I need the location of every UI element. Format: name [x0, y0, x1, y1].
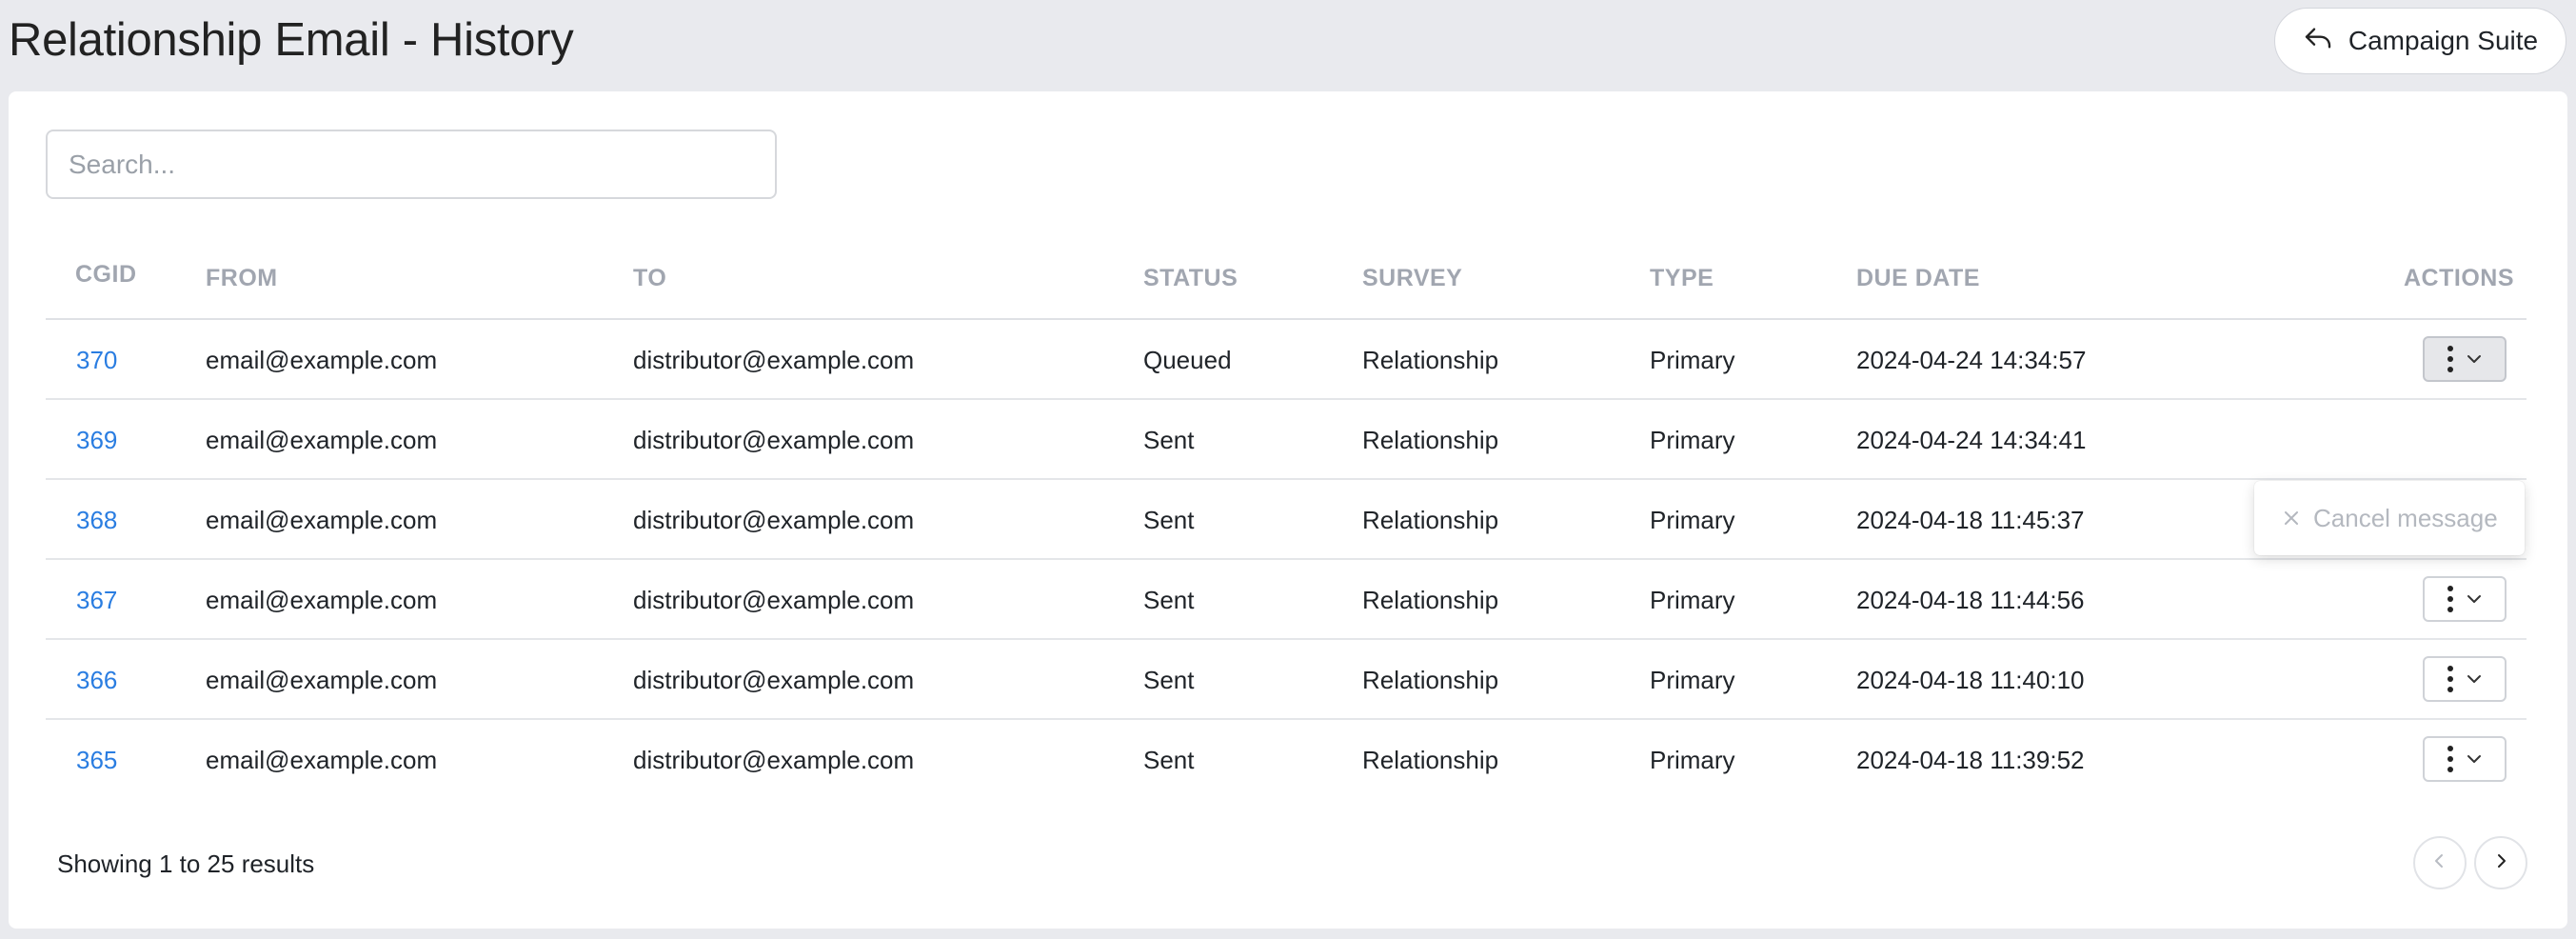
survey-cell: Relationship — [1362, 586, 1499, 614]
column-header-type[interactable]: TYPE — [1650, 265, 1714, 292]
survey-cell: Relationship — [1362, 666, 1499, 694]
to-cell: distributor@example.com — [633, 506, 915, 534]
column-header-from[interactable]: FROM — [206, 265, 278, 292]
history-table: CGID FROM TO STATUS SURVEY TYPE DUE DATE… — [46, 225, 2526, 800]
from-cell: email@example.com — [206, 426, 438, 454]
previous-page-button[interactable] — [2413, 836, 2467, 889]
due-date-cell: 2024-04-18 11:45:37 — [1856, 506, 2085, 534]
row-actions-button[interactable] — [2423, 736, 2507, 782]
table-row: 365 email@example.com distributor@exampl… — [46, 720, 2526, 800]
status-cell: Sent — [1143, 746, 1195, 774]
cgid-link[interactable]: 366 — [76, 666, 117, 695]
from-cell: email@example.com — [206, 506, 438, 534]
results-summary: Showing 1 to 25 results — [57, 849, 315, 878]
chevron-down-icon — [2467, 673, 2482, 685]
table-row: 366 email@example.com distributor@exampl… — [46, 640, 2526, 720]
to-cell: distributor@example.com — [633, 586, 915, 614]
column-header-status[interactable]: STATUS — [1143, 265, 1238, 292]
chevron-down-icon — [2467, 753, 2482, 765]
type-cell: Primary — [1650, 666, 1735, 694]
due-date-cell: 2024-04-18 11:39:52 — [1856, 746, 2085, 774]
campaign-suite-label: Campaign Suite — [2348, 26, 2539, 55]
type-cell: Primary — [1650, 426, 1735, 454]
survey-cell: Relationship — [1362, 426, 1499, 454]
column-header-actions: ACTIONS — [2404, 265, 2514, 291]
to-cell: distributor@example.com — [633, 666, 915, 694]
type-cell: Primary — [1650, 586, 1735, 614]
cgid-link[interactable]: 365 — [76, 746, 117, 775]
table-header: CGID FROM TO STATUS SURVEY TYPE DUE DATE… — [46, 225, 2526, 320]
to-cell: distributor@example.com — [633, 426, 915, 454]
chevron-down-icon — [2467, 353, 2482, 365]
status-cell: Sent — [1143, 586, 1195, 614]
column-header-survey[interactable]: SURVEY — [1362, 265, 1462, 292]
cancel-message-label: Cancel message — [2313, 503, 2498, 532]
status-cell: Sent — [1143, 666, 1195, 694]
page-title: Relationship Email - History — [9, 14, 574, 66]
status-cell: Sent — [1143, 426, 1195, 454]
cgid-link[interactable]: 369 — [76, 426, 117, 455]
more-vertical-icon — [2447, 586, 2453, 612]
table-row: 368 email@example.com distributor@exampl… — [46, 480, 2526, 560]
due-date-cell: 2024-04-18 11:44:56 — [1856, 586, 2085, 614]
from-cell: email@example.com — [206, 666, 438, 694]
column-header-to[interactable]: TO — [633, 265, 666, 292]
close-icon — [2283, 504, 2300, 533]
more-vertical-icon — [2447, 346, 2453, 372]
campaign-suite-button[interactable]: Campaign Suite — [2274, 8, 2566, 74]
more-vertical-icon — [2447, 746, 2453, 772]
table-row: 370 email@example.com distributor@exampl… — [46, 320, 2526, 400]
column-header-due-date[interactable]: DUE DATE — [1856, 265, 1980, 292]
row-actions-button[interactable] — [2423, 576, 2507, 622]
due-date-cell: 2024-04-24 14:34:57 — [1856, 346, 2087, 374]
chevron-right-icon — [2492, 852, 2509, 874]
status-cell: Queued — [1143, 346, 1232, 374]
type-cell: Primary — [1650, 506, 1735, 534]
to-cell: distributor@example.com — [633, 346, 915, 374]
reply-arrow-icon — [2303, 23, 2333, 60]
survey-cell: Relationship — [1362, 746, 1499, 774]
type-cell: Primary — [1650, 346, 1735, 374]
chevron-left-icon — [2431, 852, 2448, 874]
from-cell: email@example.com — [206, 346, 438, 374]
due-date-cell: 2024-04-18 11:40:10 — [1856, 666, 2085, 694]
cancel-message-menu-item[interactable]: Cancel message — [2254, 481, 2525, 555]
search-input[interactable] — [46, 130, 777, 199]
row-actions-button[interactable] — [2423, 656, 2507, 702]
cgid-link[interactable]: 367 — [76, 586, 117, 615]
status-cell: Sent — [1143, 506, 1195, 534]
cgid-link[interactable]: 368 — [76, 506, 117, 535]
type-cell: Primary — [1650, 746, 1735, 774]
survey-cell: Relationship — [1362, 346, 1499, 374]
more-vertical-icon — [2447, 666, 2453, 692]
cgid-link[interactable]: 370 — [76, 346, 117, 375]
next-page-button[interactable] — [2474, 836, 2527, 889]
history-card: CGID FROM TO STATUS SURVEY TYPE DUE DATE… — [9, 91, 2567, 929]
table-row: 367 email@example.com distributor@exampl… — [46, 560, 2526, 640]
from-cell: email@example.com — [206, 586, 438, 614]
table-row: 369 email@example.com distributor@exampl… — [46, 400, 2526, 480]
chevron-down-icon — [2467, 593, 2482, 605]
from-cell: email@example.com — [206, 746, 438, 774]
survey-cell: Relationship — [1362, 506, 1499, 534]
due-date-cell: 2024-04-24 14:34:41 — [1856, 426, 2087, 454]
row-actions-button[interactable] — [2423, 336, 2507, 382]
to-cell: distributor@example.com — [633, 746, 915, 774]
column-header-cgid[interactable]: CGID — [75, 261, 137, 289]
